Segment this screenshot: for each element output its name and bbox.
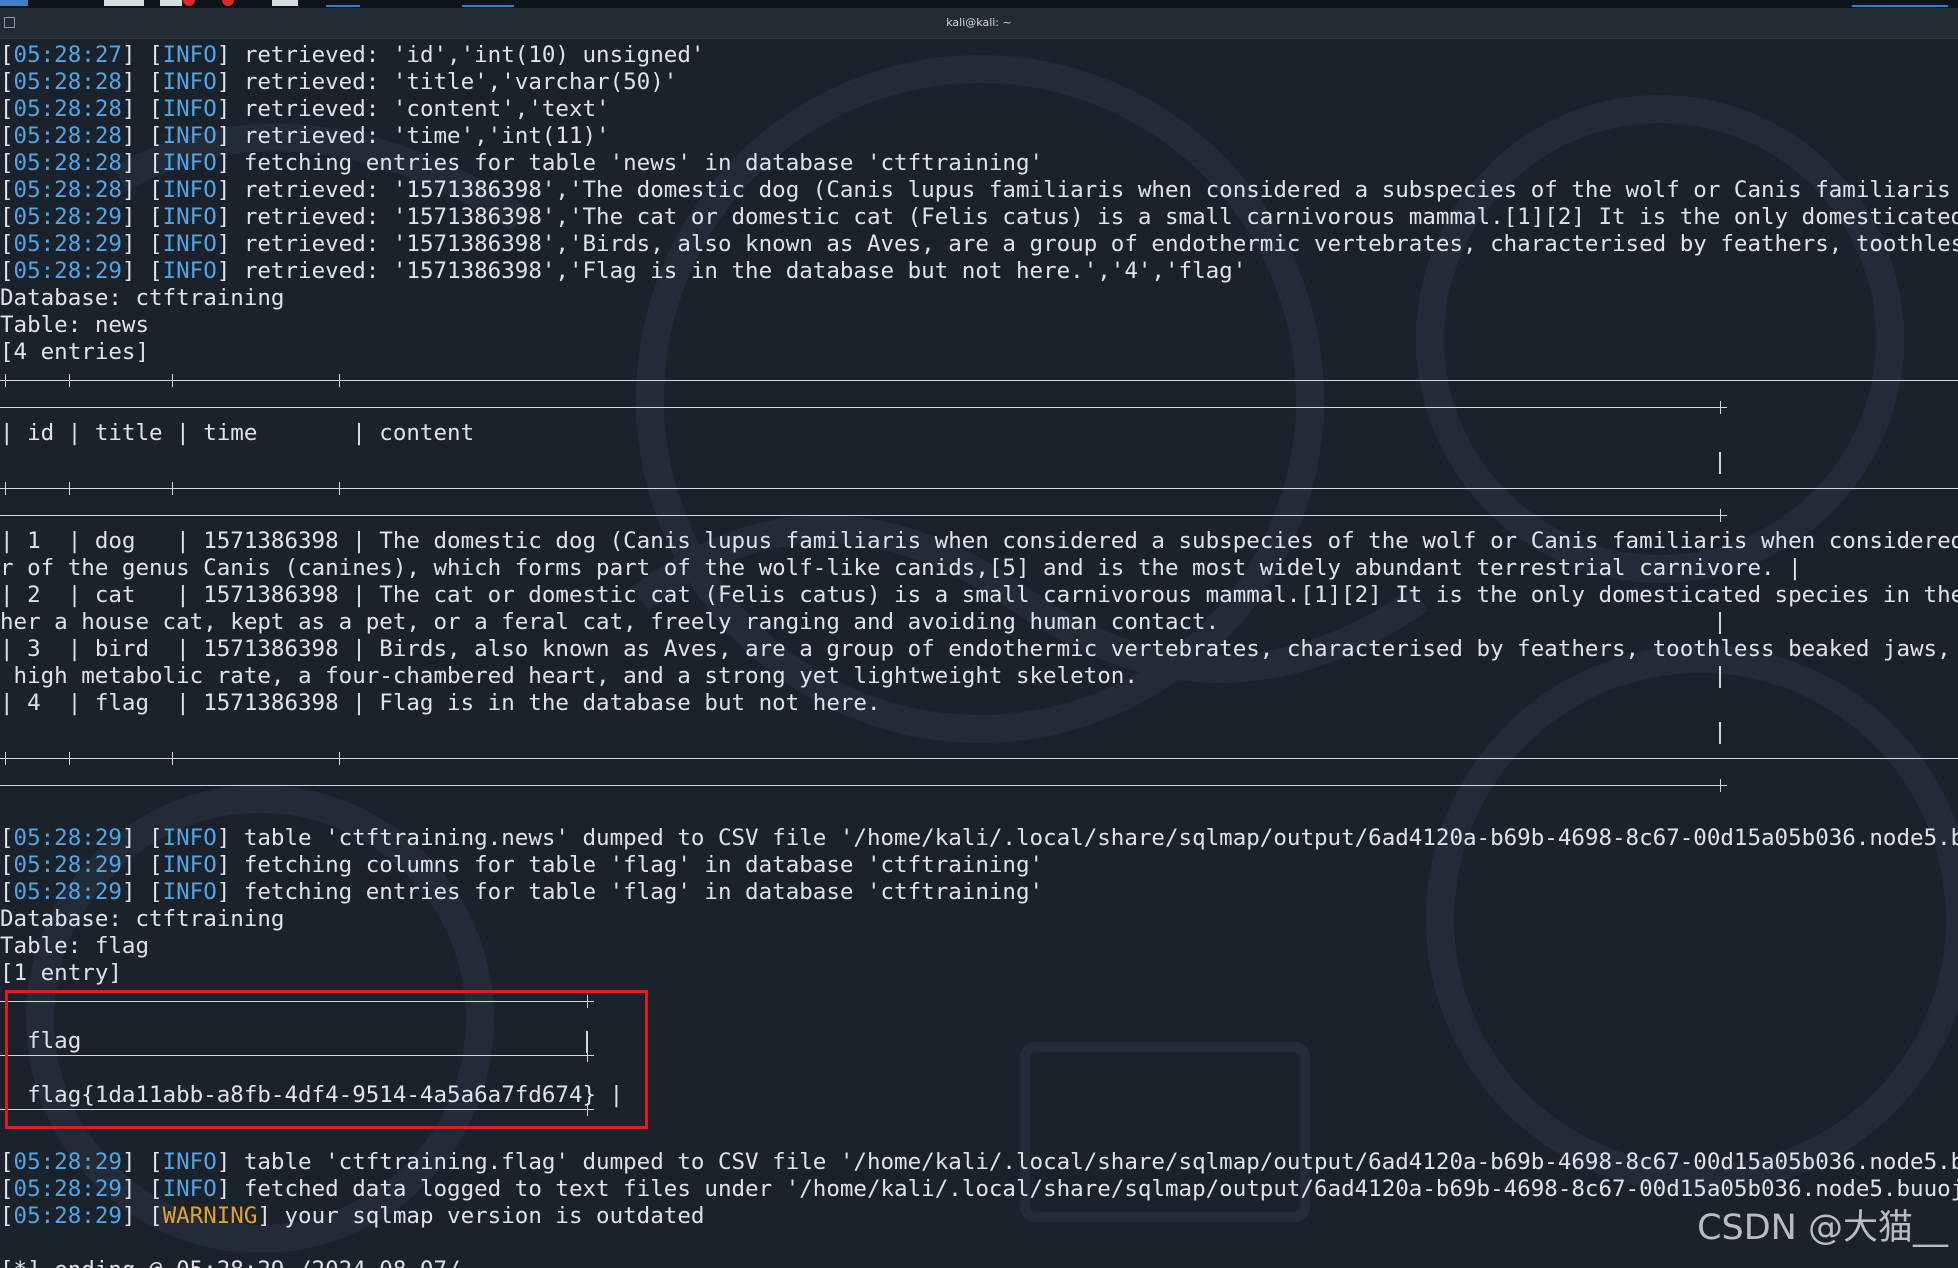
csdn-watermark: CSDN @大猫__ (1697, 1208, 1948, 1248)
table-corner (333, 482, 346, 495)
table-border (1719, 666, 1721, 688)
table-corner (166, 374, 179, 387)
panel-window-icon[interactable] (272, 0, 298, 6)
window-title: kali@kali: ~ (946, 16, 1012, 29)
table-border (0, 380, 1958, 381)
table-border (0, 758, 1958, 759)
table-corner (63, 482, 76, 495)
panel-window-icon[interactable] (160, 0, 182, 6)
panel-task-indicator[interactable] (326, 5, 360, 7)
log-line: [05:28:28] [INFO] fetching entries for t… (0, 150, 1044, 176)
panel-app-icon[interactable] (0, 0, 28, 6)
log-line: [05:28:29] [WARNING] your sqlmap version… (0, 1203, 705, 1229)
log-line: [05:28:28] [INFO] retrieved: '1571386398… (0, 177, 1958, 203)
table-row: high metabolic rate, a four-chambered he… (0, 663, 1138, 689)
table-row: | 1 | dog | 1571386398 | The domestic do… (0, 528, 1958, 554)
table-corner (1714, 779, 1727, 792)
news-database-line: Database: ctftraining (0, 285, 285, 311)
table-border (0, 407, 1722, 408)
table-corner (0, 482, 12, 495)
table-border (0, 785, 1722, 786)
table-border (1719, 452, 1721, 474)
log-line: [05:28:29] [INFO] retrieved: '1571386398… (0, 231, 1958, 257)
table-border (0, 515, 1722, 516)
table-corner (0, 374, 12, 387)
panel-record-icon[interactable] (222, 0, 234, 6)
log-line: [05:28:29] [INFO] fetching entries for t… (0, 879, 1044, 905)
table-border (1719, 612, 1721, 634)
log-line: [05:28:27] [INFO] retrieved: 'id','int(1… (0, 42, 705, 68)
log-line: [05:28:28] [INFO] retrieved: 'title','va… (0, 69, 678, 95)
news-entries-line: [4 entries] (0, 339, 150, 365)
table-corner (1714, 509, 1727, 522)
log-line: [05:28:29] [INFO] retrieved: '1571386398… (0, 204, 1958, 230)
table-corner (63, 374, 76, 387)
log-line: [05:28:29] [INFO] table 'ctftraining.new… (0, 825, 1958, 851)
table-row: r of the genus Canis (canines), which fo… (0, 555, 1802, 581)
terminal-output[interactable]: [05:28:27] [INFO] retrieved: 'id','int(1… (0, 42, 1958, 1268)
news-table-header: | id | title | time | content (0, 420, 475, 446)
window-titlebar[interactable]: kali@kali: ~ (0, 8, 1958, 39)
ending-line: [*] ending @ 05:28:29 /2024-08-07/ (0, 1257, 461, 1268)
table-corner (0, 752, 12, 765)
table-row: | 4 | flag | 1571386398 | Flag is in the… (0, 690, 881, 716)
flag-entries-line: [1 entry] (0, 960, 122, 986)
table-row: | 3 | bird | 1571386398 | Birds, also kn… (0, 636, 1958, 662)
log-line: [05:28:29] [INFO] table 'ctftraining.fla… (0, 1149, 1958, 1175)
table-corner (166, 752, 179, 765)
log-line: [05:28:28] [INFO] retrieved: 'time','int… (0, 123, 610, 149)
flag-table-line: Table: flag (0, 933, 150, 959)
log-line: [05:28:29] [INFO] fetching columns for t… (0, 852, 1044, 878)
table-corner (166, 482, 179, 495)
table-corner (333, 374, 346, 387)
table-corner (333, 752, 346, 765)
news-table-line: Table: news (0, 312, 150, 338)
table-row: | 2 | cat | 1571386398 | The cat or dome… (0, 582, 1958, 608)
flag-database-line: Database: ctftraining (0, 906, 285, 932)
table-corner (1714, 401, 1727, 414)
table-border (0, 488, 1958, 489)
panel-task-indicator[interactable] (462, 5, 514, 7)
panel-record-icon[interactable] (183, 0, 195, 6)
panel-window-icon[interactable] (104, 0, 144, 6)
log-line: [05:28:29] [INFO] fetched data logged to… (0, 1176, 1958, 1202)
flag-highlight-box (5, 990, 648, 1129)
table-row: her a house cat, kept as a pet, or a fer… (0, 609, 1220, 635)
table-border (1719, 722, 1721, 744)
log-line: [05:28:29] [INFO] retrieved: '1571386398… (0, 258, 1247, 284)
desktop-panel (0, 0, 1958, 8)
log-line: [05:28:28] [INFO] retrieved: 'content','… (0, 96, 610, 122)
table-corner (63, 752, 76, 765)
panel-task-indicator[interactable] (1852, 5, 1948, 7)
